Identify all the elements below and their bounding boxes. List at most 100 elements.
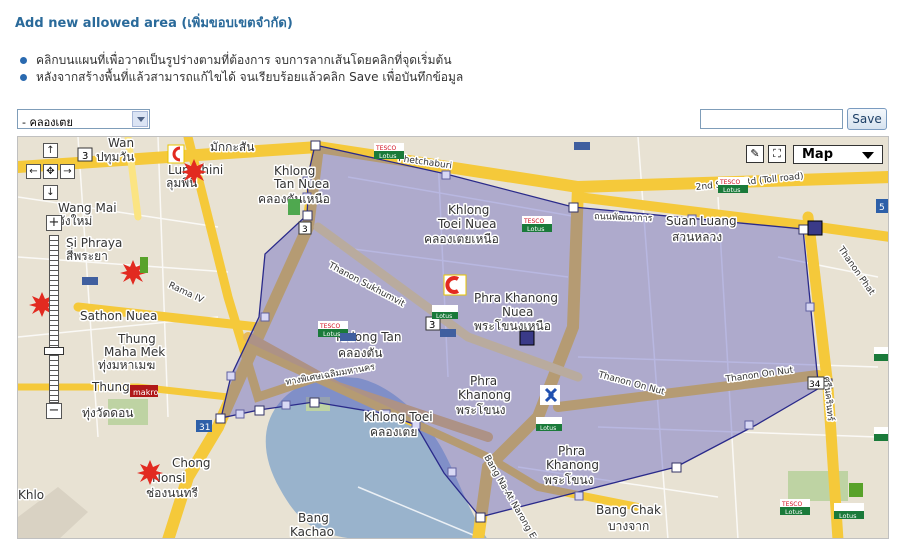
- map-label: บางจาก: [608, 519, 649, 533]
- svg-text:Lotus: Lotus: [379, 152, 397, 160]
- map-label: Toei Nuea: [437, 217, 496, 231]
- map-label: Thung: [91, 380, 130, 394]
- road-shield: 3: [82, 151, 88, 162]
- map-label: ถนนพัฒนาการ: [594, 212, 653, 224]
- road-shield: 34: [809, 380, 821, 390]
- pan-down-icon[interactable]: ↓: [43, 185, 58, 200]
- map-canvas[interactable]: Wan ปทุมวัน Wang Mai วังใหม่ Si Phraya ส…: [17, 136, 889, 539]
- map-label: คลองตัน: [338, 346, 382, 360]
- area-name-input[interactable]: [700, 109, 843, 129]
- pin-icon[interactable]: ✎: [746, 145, 764, 163]
- road-shield: 5: [879, 203, 885, 213]
- pan-control: ↑ ← ✥ → ↓: [26, 143, 76, 213]
- svg-text:คลองตัน: คลองตัน: [338, 346, 382, 360]
- map-label: Khanong: [546, 458, 599, 472]
- map-label: สี่พระยา: [66, 247, 108, 263]
- makro-marker[interactable]: makro: [130, 385, 158, 397]
- svg-text:สี่พระยา: สี่พระยา: [66, 247, 108, 263]
- map-label: Khanong: [458, 388, 511, 402]
- svg-text:บางจาก: บางจาก: [608, 519, 649, 533]
- svg-text:TESCO: TESCO: [375, 145, 396, 152]
- instruction-item: คลิกบนแผนที่เพื่อวาดเป็นรูปร่างตามที่ต้อ…: [18, 52, 463, 69]
- area-select[interactable]: - คลองเตย: [17, 109, 150, 129]
- chevron-down-icon[interactable]: [132, 111, 148, 127]
- svg-text:Khlo: Khlo: [18, 488, 44, 502]
- svg-text:พระโขนงเหนือ: พระโขนงเหนือ: [474, 319, 551, 333]
- map-label: พระโขนง: [456, 403, 506, 417]
- svg-text:Phra Khanong: Phra Khanong: [474, 291, 558, 305]
- svg-text:Bang Chak: Bang Chak: [596, 503, 661, 517]
- svg-text:Bang: Bang: [298, 511, 329, 525]
- svg-text:Phra: Phra: [470, 374, 497, 388]
- map-label: Bang Chak: [596, 503, 661, 517]
- map-label: Khlong: [274, 164, 315, 178]
- map-label: Phra: [558, 444, 585, 458]
- pan-right-icon[interactable]: →: [60, 164, 75, 179]
- svg-text:Nuea: Nuea: [502, 305, 533, 319]
- svg-text:Thung: Thung: [91, 380, 130, 394]
- svg-text:พระโขนง: พระโขนง: [456, 403, 506, 417]
- instruction-text: หลังจากสร้างพื้นที่แล้วสามารถแก้ไขได้ จน…: [36, 70, 464, 84]
- map-label: Thung: [117, 332, 156, 346]
- map-label: คลองเตย: [370, 425, 417, 439]
- svg-text:Toei Nuea: Toei Nuea: [437, 217, 496, 231]
- svg-text:TESCO: TESCO: [781, 501, 802, 508]
- map-label: Kachao: [290, 525, 334, 539]
- road-shield: 3: [429, 320, 435, 331]
- fullscreen-icon[interactable]: ⛶: [768, 145, 786, 163]
- svg-text:TESCO: TESCO: [319, 323, 340, 330]
- map-label: Tan Nuea: [273, 177, 329, 191]
- pan-up-icon[interactable]: ↑: [43, 143, 58, 158]
- svg-text:Tan Nuea: Tan Nuea: [273, 177, 329, 191]
- pan-center-icon[interactable]: ✥: [43, 164, 58, 179]
- svg-text:ปทุมวัน: ปทุมวัน: [96, 150, 134, 165]
- svg-text:Lotus: Lotus: [436, 313, 452, 320]
- map-label: Suan Luang: [666, 214, 737, 228]
- map-label: Phra: [470, 374, 497, 388]
- map-label: Si Phraya: [66, 236, 122, 250]
- map-label: Khlong Toei: [364, 410, 433, 424]
- svg-text:มักกะสัน: มักกะสัน: [210, 140, 254, 154]
- svg-text:Suan Luang: Suan Luang: [666, 214, 737, 228]
- area-select-value: - คลองเตย: [22, 116, 73, 129]
- map-label: Wan: [108, 137, 134, 150]
- instruction-text: คลิกบนแผนที่เพื่อวาดเป็นรูปร่างตามที่ต้อ…: [36, 53, 452, 67]
- instruction-item: หลังจากสร้างพื้นที่แล้วสามารถแก้ไขได้ จน…: [18, 69, 463, 86]
- svg-text:Kachao: Kachao: [290, 525, 334, 539]
- svg-text:คลองเตยเหนือ: คลองเตยเหนือ: [424, 232, 499, 246]
- map-label: ทุ่งมหาเมฆ: [98, 358, 155, 373]
- map-label: Sathon Nuea: [80, 309, 157, 323]
- svg-text:TESCO: TESCO: [719, 179, 740, 186]
- map-label: Bang: [298, 511, 329, 525]
- svg-text:Lotus: Lotus: [540, 425, 556, 432]
- zoom-handle[interactable]: [44, 347, 64, 355]
- save-button[interactable]: Save: [847, 108, 887, 130]
- zoom-out-button[interactable]: −: [46, 403, 62, 419]
- map-label: Khlo: [18, 488, 44, 502]
- svg-text:Khanong: Khanong: [458, 388, 511, 402]
- map-label: Khlong: [448, 203, 489, 217]
- svg-text:พระโขนง: พระโขนง: [544, 473, 594, 487]
- svg-text:ช่องนนทรี: ช่องนนทรี: [146, 486, 199, 500]
- road-shield: 3: [302, 225, 308, 235]
- svg-text:Thung: Thung: [117, 332, 156, 346]
- svg-text:ถนนพัฒนาการ: ถนนพัฒนาการ: [594, 212, 653, 224]
- svg-text:คลองเตย: คลองเตย: [370, 425, 417, 439]
- map-type-select[interactable]: Map: [793, 145, 883, 164]
- svg-text:makro: makro: [133, 388, 158, 397]
- map-label: ปทุมวัน: [96, 150, 134, 165]
- svg-text:Phra: Phra: [558, 444, 585, 458]
- svg-text:Lotus: Lotus: [723, 186, 741, 194]
- map-label: Maha Mek: [104, 345, 165, 359]
- zoom-in-button[interactable]: +: [46, 215, 62, 231]
- pan-left-icon[interactable]: ←: [26, 164, 41, 179]
- svg-text:Lotus: Lotus: [839, 512, 857, 520]
- svg-text:Sathon Nuea: Sathon Nuea: [80, 309, 157, 323]
- zoom-track[interactable]: [49, 235, 59, 403]
- svg-text:Khanong: Khanong: [546, 458, 599, 472]
- zoom-slider: + −: [44, 215, 66, 419]
- map-label: มักกะสัน: [210, 140, 254, 154]
- map-label: Phra Khanong: [474, 291, 558, 305]
- svg-text:Si Phraya: Si Phraya: [66, 236, 122, 250]
- svg-text:Lotus: Lotus: [785, 508, 803, 516]
